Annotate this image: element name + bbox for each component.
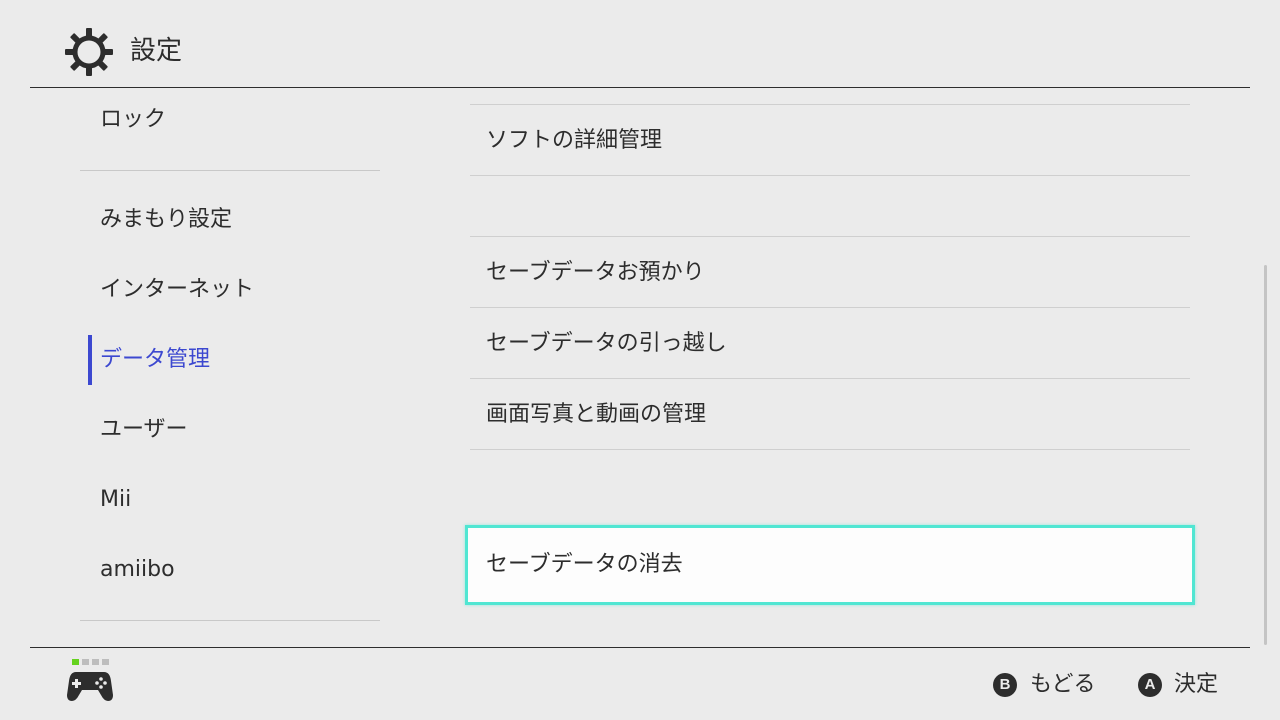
sidebar-item-parental-controls[interactable]: みまもり設定 [100, 205, 232, 235]
confirm-button[interactable]: 決定 [1174, 670, 1218, 700]
sidebar-item-users[interactable]: ユーザー [100, 415, 188, 445]
list-divider [470, 236, 1190, 237]
sidebar-item-amiibo[interactable]: amiibo [100, 555, 175, 585]
list-divider [470, 378, 1190, 379]
sidebar-item-data-management[interactable]: データ管理 [100, 345, 210, 375]
list-divider [470, 175, 1190, 176]
list-item-save-data-transfer[interactable]: セーブデータの引っ越し [486, 329, 727, 359]
list-item-screenshot-video-management[interactable]: 画面写真と動画の管理 [486, 400, 706, 430]
list-item-delete-save-data[interactable]: セーブデータの消去 [465, 525, 1195, 605]
sidebar-item-mii[interactable]: Mii [100, 485, 131, 515]
controller-icon [67, 672, 113, 701]
sidebar-divider [80, 620, 380, 621]
page-title: 設定 [130, 36, 183, 66]
footer-divider [30, 647, 1250, 648]
sidebar-item-internet[interactable]: インターネット [100, 275, 254, 305]
list-item-save-data-cloud[interactable]: セーブデータお預かり [486, 258, 705, 288]
a-button-icon: A [1138, 673, 1162, 697]
list-item-label: セーブデータの消去 [486, 552, 683, 577]
list-divider [470, 307, 1190, 308]
gear-icon [65, 28, 113, 76]
sidebar-divider [80, 170, 380, 171]
header: 設定 [0, 0, 1280, 88]
sidebar-item-lock[interactable]: ロック [100, 105, 166, 135]
scrollbar[interactable] [1264, 265, 1267, 645]
b-button-icon: B [993, 673, 1017, 697]
sidebar-active-indicator [88, 335, 92, 385]
back-button[interactable]: もどる [1030, 670, 1096, 700]
list-item-software-management[interactable]: ソフトの詳細管理 [486, 126, 662, 156]
list-divider [470, 104, 1190, 105]
list-divider [470, 449, 1190, 450]
